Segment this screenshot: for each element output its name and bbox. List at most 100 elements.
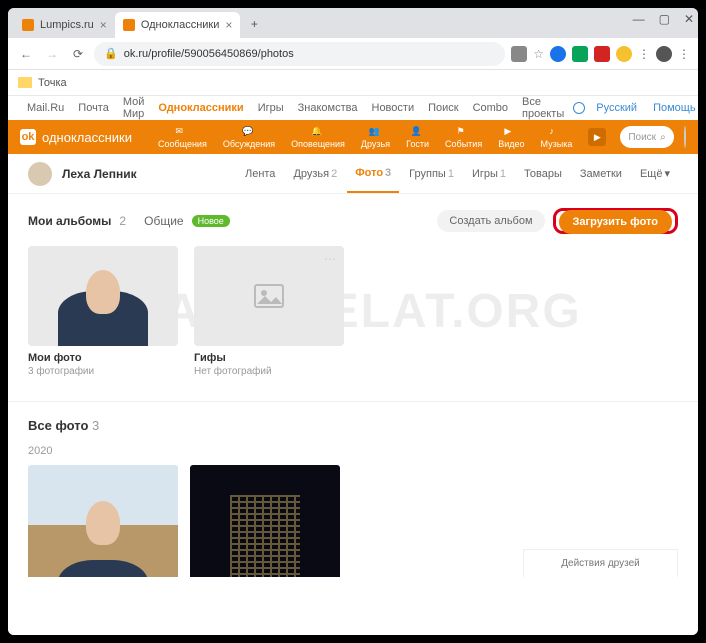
browser-toolbar: ← → ⟳ 🔒 ok.ru/profile/590056450869/photo… <box>8 38 698 70</box>
extension-icons: ☆ ⋮ ⋮ <box>511 46 690 62</box>
album-menu-icon[interactable]: ⋯ <box>324 252 336 266</box>
nav-events[interactable]: ⚑События <box>439 126 488 149</box>
browser-tabstrip: Lumpics.ru × Одноклассники × + — ▢ ✕ <box>8 8 698 38</box>
nav-guests[interactable]: 👤Гости <box>400 126 435 149</box>
portal-nav-link[interactable]: Одноклассники <box>153 102 248 114</box>
tab-more[interactable]: Ещё ▾ <box>632 155 678 193</box>
close-window-icon[interactable]: ✕ <box>684 12 694 26</box>
portal-nav-link[interactable]: Почта <box>73 102 114 114</box>
portal-nav: Mail.Ru Почта Мой Мир Одноклассники Игры… <box>8 96 698 120</box>
close-tab-icon[interactable]: × <box>100 18 107 32</box>
portal-nav-link[interactable]: Mail.Ru <box>22 102 69 114</box>
tab-title: Lumpics.ru <box>40 19 94 31</box>
help-link[interactable]: Помощь <box>648 102 698 114</box>
envelope-icon: ✉ <box>175 126 189 138</box>
tab-games[interactable]: Игры1 <box>464 155 514 193</box>
portal-nav-link[interactable]: Мой Мир <box>118 96 150 120</box>
bookmarks-bar: Точка <box>8 70 698 96</box>
forward-icon[interactable]: → <box>42 44 62 64</box>
divider <box>8 401 698 402</box>
album-subtitle: Нет фотографий <box>194 366 344 377</box>
tab-groups[interactable]: Группы1 <box>401 155 462 193</box>
browser-window: Lumpics.ru × Одноклассники × + — ▢ ✕ ← →… <box>8 8 698 635</box>
maximize-icon[interactable]: ▢ <box>659 12 670 26</box>
tab-notes[interactable]: Заметки <box>572 155 630 193</box>
page-content: Mail.Ru Почта Мой Мир Одноклассники Игры… <box>8 96 698 635</box>
portal-nav-link[interactable]: Игры <box>253 102 289 114</box>
profile-avatar[interactable] <box>28 162 52 186</box>
ok-main-nav: ok одноклассники ✉Сообщения 💬Обсуждения … <box>8 120 698 154</box>
ok-logo[interactable]: ok одноклассники <box>20 129 132 145</box>
extension-icon[interactable] <box>572 46 588 62</box>
album-thumbnail <box>28 246 178 346</box>
menu-icon[interactable]: ⋮ <box>638 47 650 61</box>
upload-photo-button[interactable]: Загрузить фото <box>559 210 672 234</box>
favicon <box>22 19 34 31</box>
nav-notifications[interactable]: 🔔Оповещения <box>285 126 351 149</box>
extension-icon[interactable] <box>594 46 610 62</box>
albums-filter[interactable]: Общие <box>144 214 183 228</box>
user-avatar[interactable] <box>684 126 686 148</box>
photos-section: KAK-SDELAT.ORG Мои альбомы 2 Общие Новое… <box>8 194 698 577</box>
nav-play[interactable]: ▶ <box>582 128 612 146</box>
extension-icon[interactable] <box>511 46 527 62</box>
bell-icon: 🔔 <box>311 126 325 138</box>
language-switch[interactable]: Русский <box>591 102 642 114</box>
tab-products[interactable]: Товары <box>516 155 570 193</box>
search-icon: ⌕ <box>660 132 666 143</box>
profile-name[interactable]: Леха Лепник <box>62 167 137 181</box>
album-item[interactable]: ⋯ Гифы Нет фотографий <box>194 246 344 377</box>
minimize-icon[interactable]: — <box>633 12 645 26</box>
portal-nav-link[interactable]: Новости <box>367 102 420 114</box>
search-placeholder: Поиск <box>628 132 656 143</box>
new-badge: Новое <box>192 215 230 227</box>
portal-nav-link[interactable]: Поиск <box>423 102 463 114</box>
year-label: 2020 <box>28 445 678 457</box>
tab-title: Одноклассники <box>141 19 220 31</box>
portal-nav-link[interactable]: Combo <box>468 102 513 114</box>
nav-messages[interactable]: ✉Сообщения <box>152 126 213 149</box>
all-photos-header: Все фото 3 <box>28 418 678 433</box>
star-icon[interactable]: ☆ <box>533 47 544 61</box>
nav-discussions[interactable]: 💬Обсуждения <box>217 126 281 149</box>
bookmark-folder-label[interactable]: Точка <box>38 77 67 89</box>
album-item[interactable]: Мои фото 3 фотографии <box>28 246 178 377</box>
user-icon: 👤 <box>411 126 425 138</box>
back-icon[interactable]: ← <box>16 44 36 64</box>
extension-icon[interactable] <box>616 46 632 62</box>
browser-tab[interactable]: Одноклассники × <box>115 12 241 38</box>
ok-logo-icon: ok <box>20 129 36 145</box>
tab-feed[interactable]: Лента <box>237 155 283 193</box>
nav-friends[interactable]: 👥Друзья <box>355 126 396 149</box>
browser-tab[interactable]: Lumpics.ru × <box>14 12 115 38</box>
nav-music[interactable]: ♪Музыка <box>535 126 579 149</box>
portal-nav-link[interactable]: Все проекты <box>517 96 569 120</box>
tab-friends[interactable]: Друзья2 <box>285 155 345 193</box>
photo-thumbnail[interactable] <box>190 465 340 577</box>
photo-thumbnail[interactable]: GIF <box>28 465 178 577</box>
lock-icon: 🔒 <box>104 47 118 60</box>
reload-icon[interactable]: ⟳ <box>68 44 88 64</box>
friends-activity-label: Действия друзей <box>561 558 640 569</box>
create-album-button[interactable]: Создать альбом <box>437 210 544 232</box>
profile-avatar-icon[interactable] <box>656 46 672 62</box>
profile-tabs: Лента Друзья2 Фото3 Группы1 Игры1 Товары… <box>237 155 678 193</box>
albums-header: Мои альбомы 2 Общие Новое Создать альбом… <box>28 208 678 234</box>
chat-icon: 💬 <box>242 126 256 138</box>
search-input[interactable]: Поиск ⌕ <box>620 126 673 148</box>
kebab-icon[interactable]: ⋮ <box>678 47 690 61</box>
new-tab-button[interactable]: + <box>244 14 264 34</box>
ok-logo-text: одноклассники <box>42 130 132 145</box>
tab-photos[interactable]: Фото3 <box>347 155 399 193</box>
close-tab-icon[interactable]: × <box>225 18 232 32</box>
nav-video[interactable]: ▶Видео <box>492 126 530 149</box>
url-text: ok.ru/profile/590056450869/photos <box>124 48 496 60</box>
portal-nav-link[interactable]: Знакомства <box>293 102 363 114</box>
extension-icon[interactable] <box>550 46 566 62</box>
album-title: Мои фото <box>28 352 178 364</box>
friends-activity-panel[interactable]: Действия друзей <box>523 549 678 577</box>
flag-icon: ⚑ <box>457 126 471 138</box>
video-icon: ▶ <box>504 126 518 138</box>
globe-icon <box>573 102 585 114</box>
address-bar[interactable]: 🔒 ok.ru/profile/590056450869/photos <box>94 42 505 66</box>
